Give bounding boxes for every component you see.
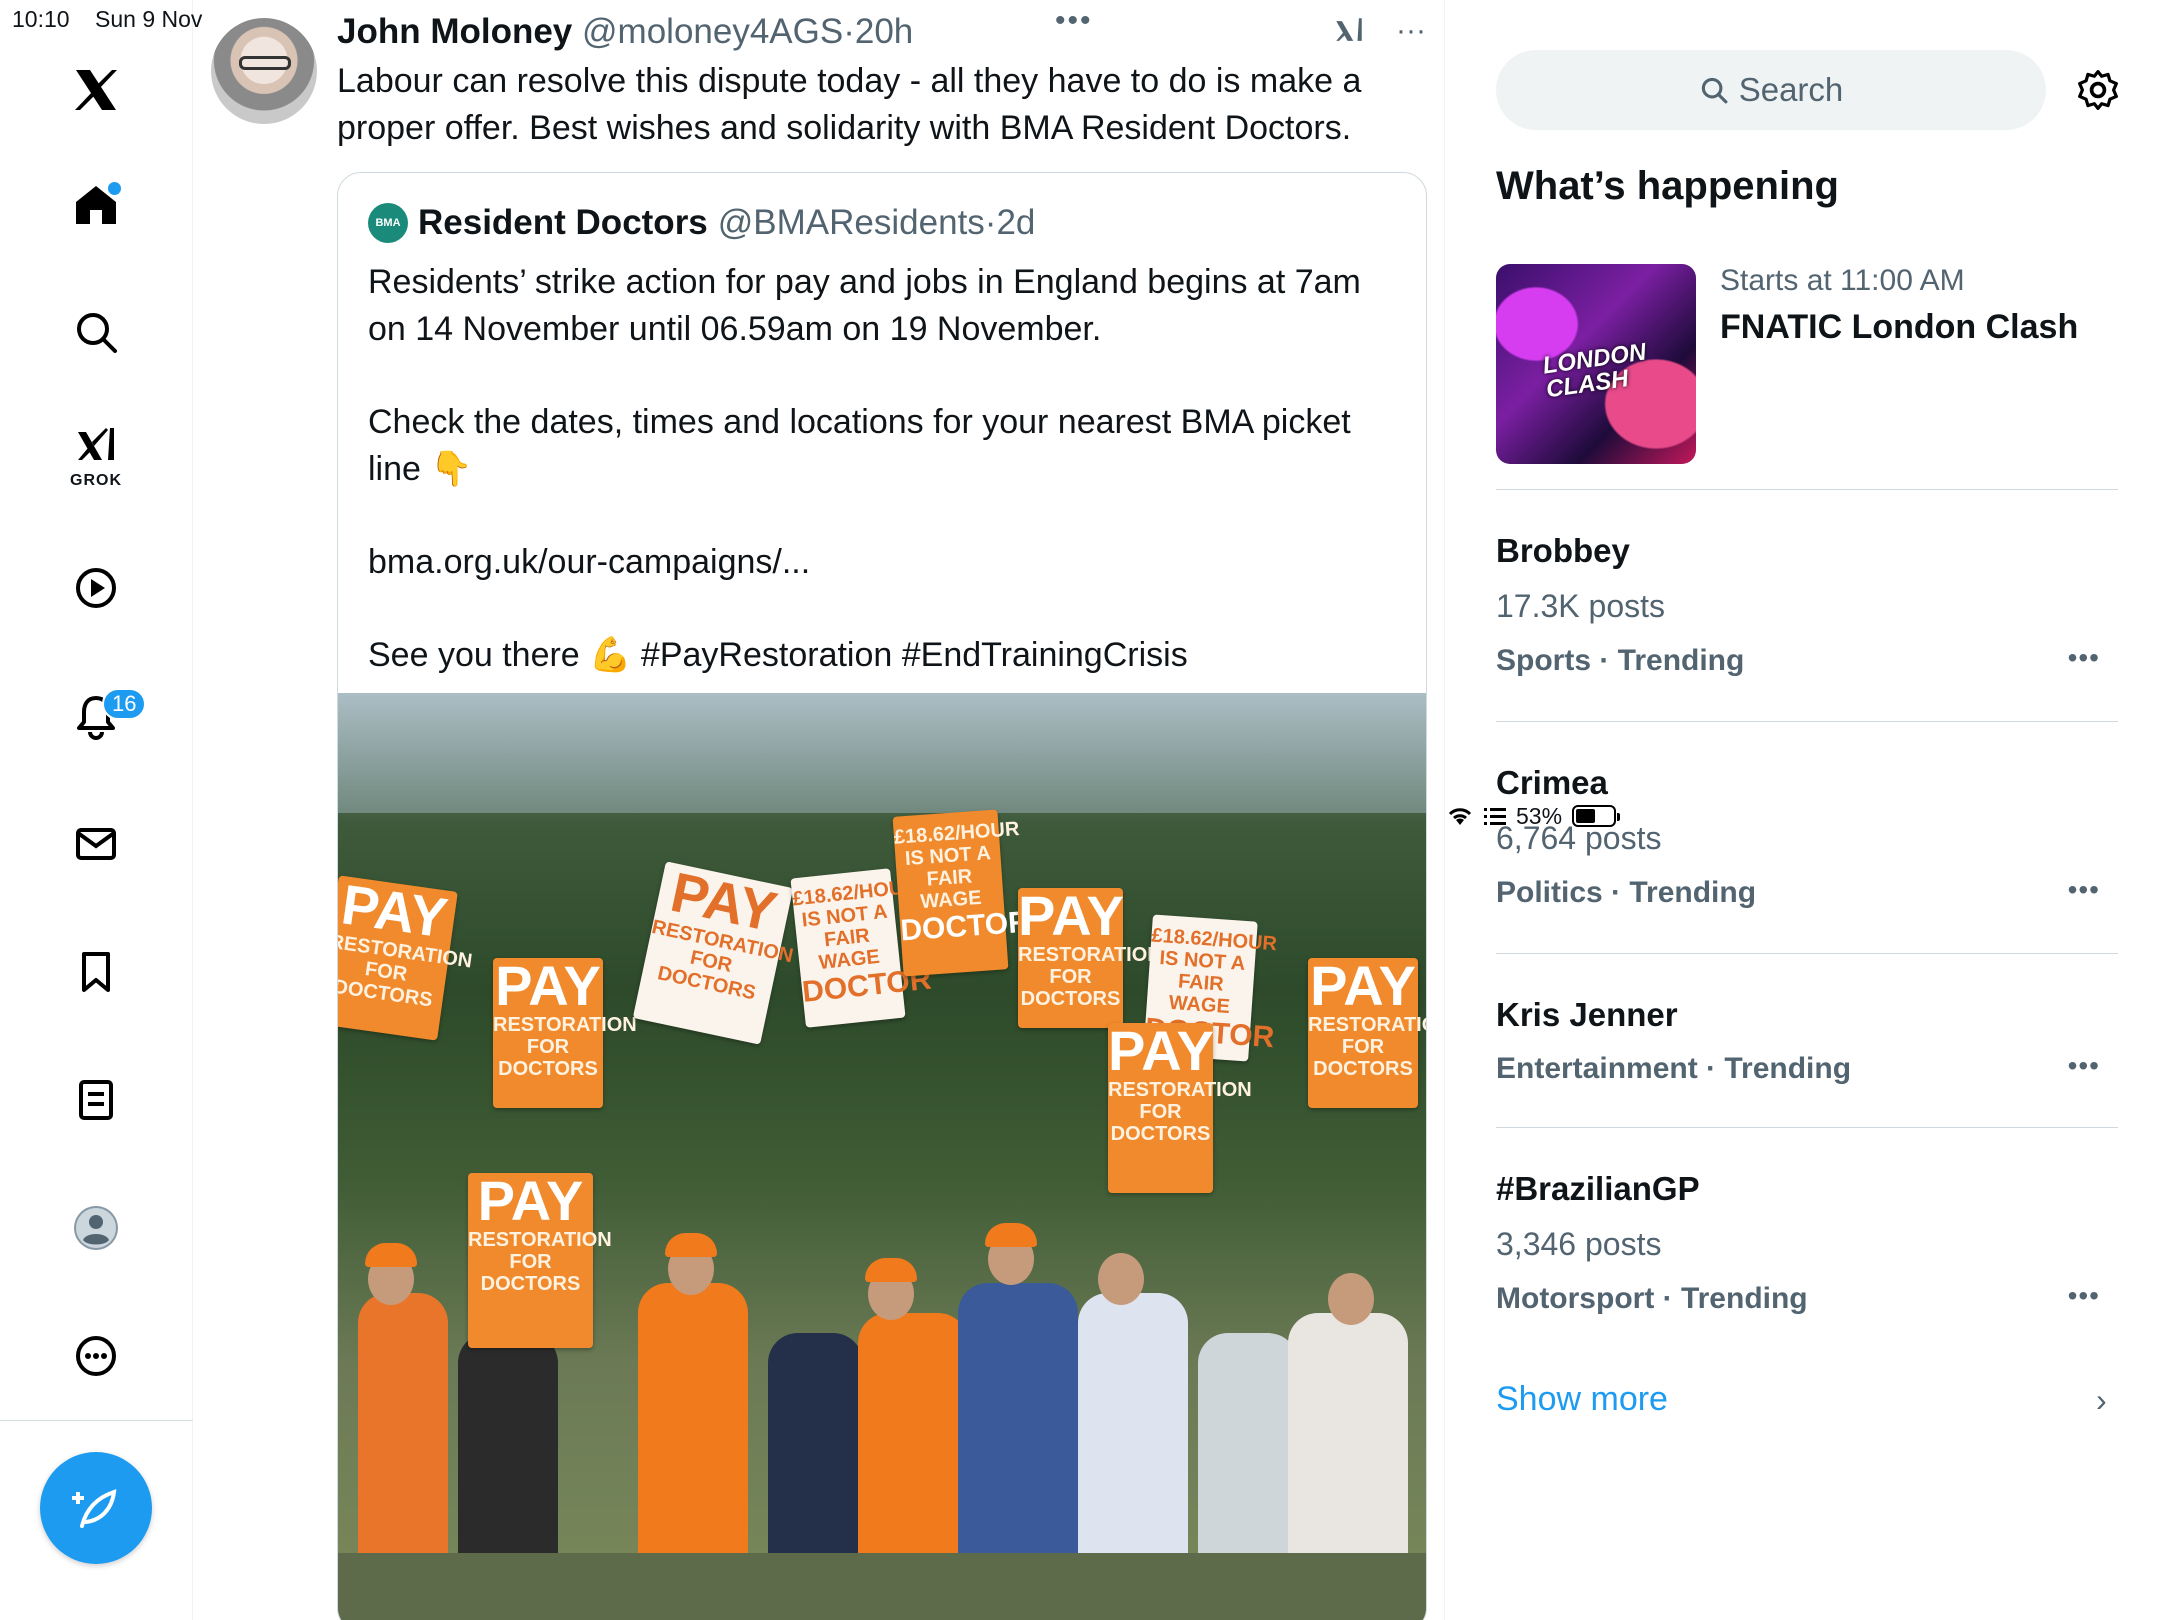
bma-avatar[interactable]: BMA <box>368 203 408 243</box>
search-icon <box>77 313 117 353</box>
nav-profile[interactable] <box>56 1188 136 1268</box>
quote-author-handle: @BMAResidents·2d <box>717 203 1036 242</box>
quote-header: BMA Resident Doctors @BMAResidents·2d <box>368 203 1035 243</box>
quote-link[interactable]: bma.org.uk/our-campaigns/... <box>368 539 1398 586</box>
feather-plus-icon <box>72 1489 117 1528</box>
battery-icon <box>1572 805 1621 827</box>
nav-more[interactable] <box>56 1316 136 1396</box>
bookmark-icon <box>82 952 110 992</box>
status-time: 10:10 <box>12 6 70 32</box>
quote-paragraph: Residents’ strike action for pay and job… <box>368 263 1361 348</box>
nav-divider <box>0 1420 193 1421</box>
nav-lists[interactable] <box>56 1060 136 1140</box>
nav-bookmarks[interactable] <box>56 932 136 1012</box>
status-bar: 10:10 Sun 9 Nov 53% <box>0 0 2160 829</box>
compose-button[interactable] <box>40 1452 152 1564</box>
notifications-badge: 16 <box>102 688 147 720</box>
profile-icon <box>74 1206 118 1250</box>
x-logo[interactable] <box>56 50 136 130</box>
video-icon <box>76 568 116 608</box>
quote-hashtags[interactable]: See you there 💪 #PayRestoration #EndTrai… <box>368 632 1398 679</box>
nav-grok[interactable]: GROK <box>56 416 136 496</box>
quote-paragraph: Check the dates, times and locations for… <box>368 403 1351 488</box>
strike-photo[interactable]: PAY RESTORATION FOR DOCTORS PAY RESTORATIO… <box>338 693 1426 1620</box>
wifi-icon <box>1448 808 1472 825</box>
grok-label: GROK <box>70 472 122 489</box>
mail-icon <box>76 828 116 860</box>
more-icon <box>76 1336 116 1376</box>
list-status-icon <box>1484 808 1506 825</box>
tweet-text: Labour can resolve this dispute today - … <box>337 62 1362 147</box>
status-right: 53% <box>1446 6 2160 1620</box>
nav-home[interactable] <box>56 164 136 244</box>
status-date: Sun 9 Nov <box>95 6 203 32</box>
quoted-tweet[interactable]: BMA Resident Doctors @BMAResidents·2d Re… <box>337 172 1427 1620</box>
lists-icon <box>79 1080 113 1120</box>
left-nav: GROK 16 <box>0 0 193 1620</box>
battery-percent: 53% <box>1516 802 1563 829</box>
nav-explore[interactable] <box>56 292 136 372</box>
nav-notifications[interactable]: 16 <box>56 676 147 756</box>
grok-icon <box>78 428 114 460</box>
timeline: John Moloney @moloney4AGS·20h ••• ··· La… <box>193 0 1445 1620</box>
nav-messages[interactable] <box>56 804 136 884</box>
home-unread-dot <box>108 182 121 195</box>
nav-video[interactable] <box>56 548 136 628</box>
quote-text: Residents’ strike action for pay and job… <box>368 259 1398 725</box>
quote-author-name[interactable]: Resident Doctors <box>418 203 708 243</box>
